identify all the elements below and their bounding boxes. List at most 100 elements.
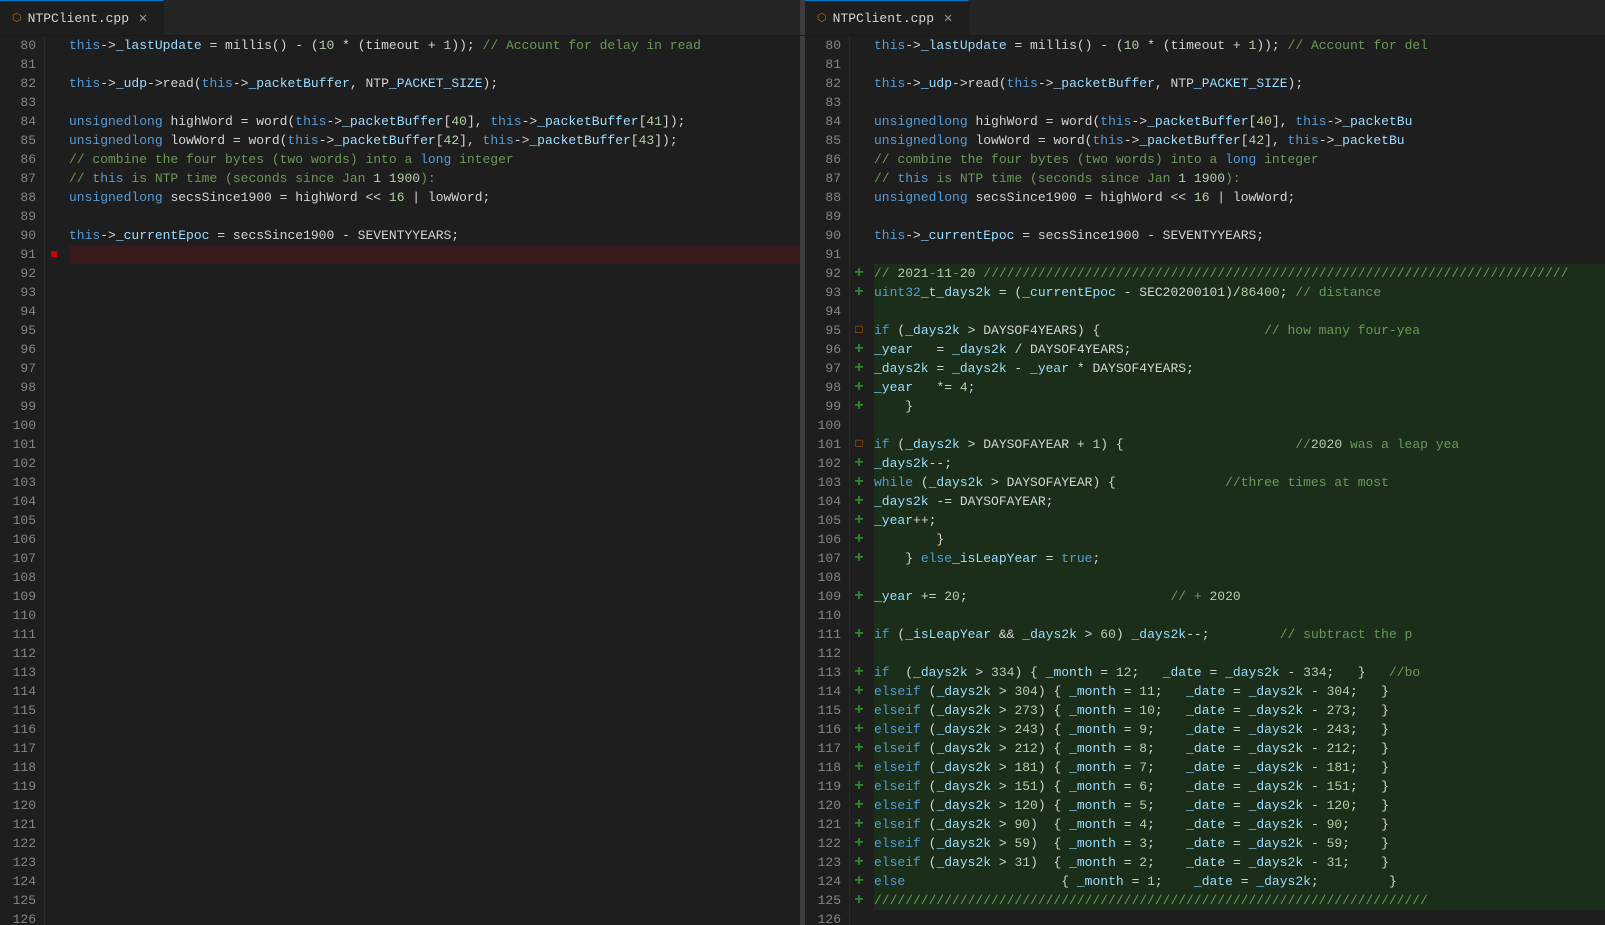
gutter-cell xyxy=(45,74,63,93)
line-number: 87 xyxy=(809,169,841,188)
code-line xyxy=(69,530,800,549)
line-number: 103 xyxy=(809,473,841,492)
code-line: _days2k -= DAYSOFAYEAR; xyxy=(874,492,1605,511)
gutter-cell: + xyxy=(850,682,868,701)
line-number: 84 xyxy=(809,112,841,131)
code-line: _year = _days2k / DAYSOF4YEARS; xyxy=(874,340,1605,359)
gutter-cell xyxy=(45,435,63,454)
code-line xyxy=(69,55,800,74)
gutter-cell xyxy=(45,568,63,587)
line-number: 99 xyxy=(4,397,36,416)
code-line: else if (_days2k > 181) { _month = 7; _d… xyxy=(874,758,1605,777)
gutter-cell xyxy=(45,340,63,359)
line-number: 113 xyxy=(809,663,841,682)
code-line: this->_udp->read(this->_packetBuffer, NT… xyxy=(69,74,800,93)
line-number: 102 xyxy=(809,454,841,473)
code-line xyxy=(69,340,800,359)
gutter-cell: + xyxy=(850,283,868,302)
line-number: 113 xyxy=(4,663,36,682)
gutter-cell xyxy=(45,397,63,416)
gutter-cell xyxy=(850,644,868,663)
gutter-cell xyxy=(850,245,868,264)
code-line xyxy=(69,416,800,435)
line-number: 122 xyxy=(809,834,841,853)
line-number: 92 xyxy=(809,264,841,283)
gutter-cell xyxy=(45,777,63,796)
code-line: if (_isLeapYear && _days2k > 60) _days2k… xyxy=(874,625,1605,644)
gutter-cell xyxy=(45,872,63,891)
code-line xyxy=(69,93,800,112)
gutter-cell xyxy=(45,302,63,321)
code-line: else if (_days2k > 243) { _month = 9; _d… xyxy=(874,720,1605,739)
code-line xyxy=(69,549,800,568)
editors-split: 8081828384858687888990919293949596979899… xyxy=(0,36,1605,925)
code-line xyxy=(69,625,800,644)
gutter-cell xyxy=(45,188,63,207)
line-number: 125 xyxy=(809,891,841,910)
line-number: 82 xyxy=(809,74,841,93)
code-line: // this is NTP time (seconds since Jan 1… xyxy=(874,169,1605,188)
tab-label-right: NTPClient.cpp xyxy=(833,11,934,26)
code-line xyxy=(69,359,800,378)
line-number: 118 xyxy=(4,758,36,777)
gutter-cell: + xyxy=(850,815,868,834)
left-code-area[interactable]: this->_lastUpdate = millis() - (10 * (ti… xyxy=(63,36,800,925)
gutter-cell xyxy=(45,473,63,492)
tab-left-ntpclient[interactable]: ⬡ NTPClient.cpp ✕ xyxy=(0,0,164,35)
gutter-cell xyxy=(45,511,63,530)
gutter-cell xyxy=(850,55,868,74)
gutter-cell: + xyxy=(850,473,868,492)
line-number: 106 xyxy=(4,530,36,549)
gutter-cell xyxy=(850,207,868,226)
line-number: 111 xyxy=(809,625,841,644)
tab-close-left[interactable]: ✕ xyxy=(135,10,151,26)
line-number: 105 xyxy=(4,511,36,530)
line-number: 110 xyxy=(809,606,841,625)
gutter-cell xyxy=(850,910,868,925)
left-editor-pane[interactable]: 8081828384858687888990919293949596979899… xyxy=(0,36,800,925)
line-number: 114 xyxy=(809,682,841,701)
gutter-cell: + xyxy=(850,758,868,777)
code-line: this->_currentEpoc = secsSince1900 - SEV… xyxy=(69,226,800,245)
gutter-cell xyxy=(850,150,868,169)
gutter-cell xyxy=(45,834,63,853)
gutter-cell xyxy=(45,853,63,872)
code-line xyxy=(69,473,800,492)
code-line xyxy=(69,853,800,872)
line-number: 100 xyxy=(4,416,36,435)
line-number: 126 xyxy=(4,910,36,925)
gutter-cell xyxy=(45,207,63,226)
code-line xyxy=(69,777,800,796)
line-number: 121 xyxy=(809,815,841,834)
code-line xyxy=(69,378,800,397)
gutter-cell: + xyxy=(850,853,868,872)
tab-right-ntpclient[interactable]: ⬡ NTPClient.cpp ✕ xyxy=(805,0,969,35)
right-line-numbers: 8081828384858687888990919293949596979899… xyxy=(805,36,850,925)
gutter-cell: + xyxy=(850,777,868,796)
code-line xyxy=(69,492,800,511)
gutter-cell: + xyxy=(850,587,868,606)
code-line xyxy=(874,910,1605,925)
right-code-area[interactable]: this->_lastUpdate = millis() - (10 * (ti… xyxy=(868,36,1605,925)
gutter-cell xyxy=(45,910,63,925)
right-editor-pane[interactable]: 8081828384858687888990919293949596979899… xyxy=(805,36,1605,925)
tab-icon: ⬡ xyxy=(12,11,22,25)
line-number: 90 xyxy=(809,226,841,245)
line-number: 107 xyxy=(809,549,841,568)
code-line: // combine the four bytes (two words) in… xyxy=(69,150,800,169)
line-number: 112 xyxy=(809,644,841,663)
line-number: 88 xyxy=(4,188,36,207)
code-line: _year += 20; // + 2020 xyxy=(874,587,1605,606)
code-line: unsigned long highWord = word(this->_pac… xyxy=(69,112,800,131)
line-number: 85 xyxy=(4,131,36,150)
code-line: unsigned long secsSince1900 = highWord <… xyxy=(69,188,800,207)
code-line: // 2021-11-20 //////////////////////////… xyxy=(874,264,1605,283)
gutter-cell xyxy=(45,321,63,340)
gutter-cell xyxy=(45,644,63,663)
line-number: 105 xyxy=(809,511,841,530)
line-number: 109 xyxy=(4,587,36,606)
line-number: 112 xyxy=(4,644,36,663)
line-number: 122 xyxy=(4,834,36,853)
tab-close-right[interactable]: ✕ xyxy=(940,10,956,26)
code-line: this->_lastUpdate = millis() - (10 * (ti… xyxy=(874,36,1605,55)
